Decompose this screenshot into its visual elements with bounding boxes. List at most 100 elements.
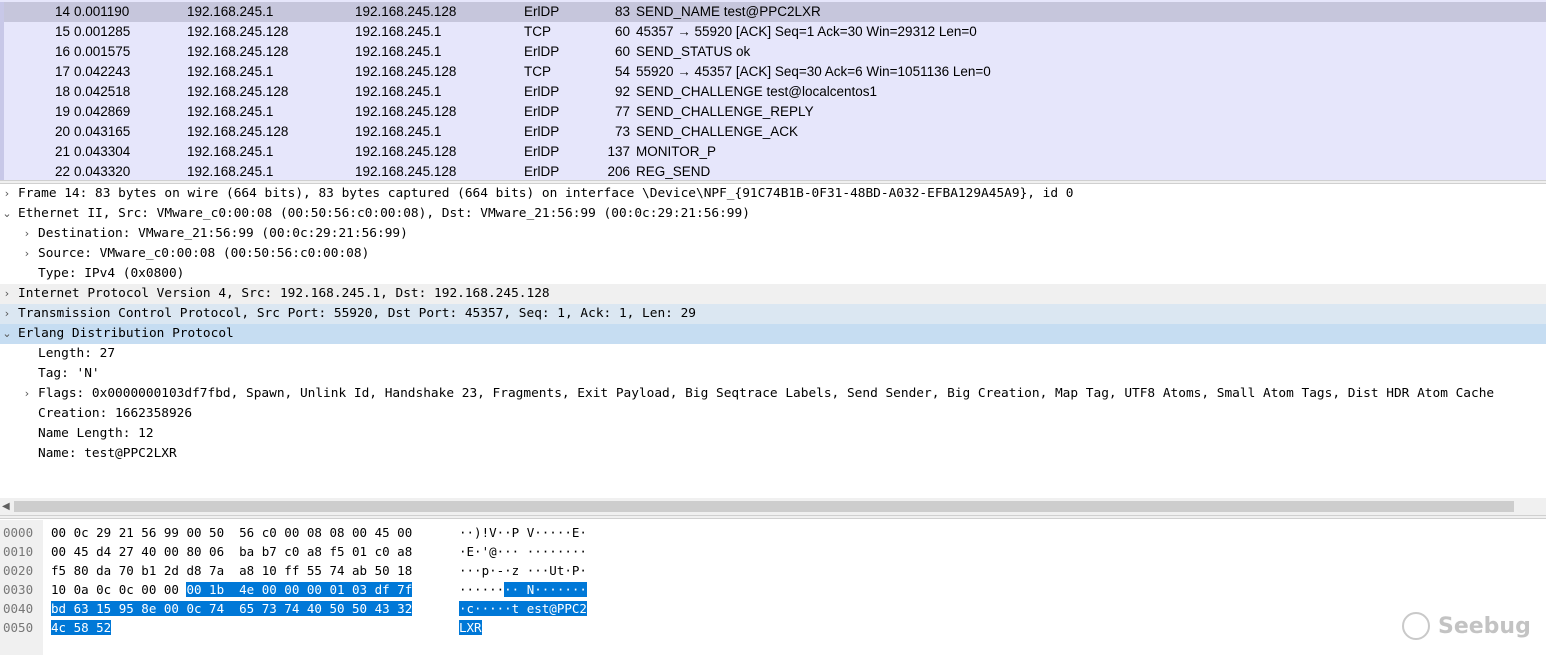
tree-item[interactable]: › Flags: 0x0000000103df7fbd, Spawn, Unlin… xyxy=(0,384,1546,404)
packet-destination: 192.168.245.128 xyxy=(355,104,457,119)
packet-source: 192.168.245.1 xyxy=(187,4,274,19)
hex-ascii-plain[interactable]: ···p·-·z ···Ut·P· xyxy=(459,563,587,578)
packet-bytes-pane[interactable]: 0000 00 0c 29 21 56 99 00 50 56 c0 00 08 … xyxy=(0,520,1546,655)
hex-bytes[interactable]: 4c 58 52 xyxy=(51,618,112,637)
scroll-left-icon[interactable]: ◀ xyxy=(2,498,12,515)
packet-protocol: TCP xyxy=(524,64,551,79)
hex-ascii[interactable]: ········ N······· xyxy=(459,580,587,599)
expand-chevron-icon[interactable]: › xyxy=(1,304,13,324)
tree-item-label: Name Length: 12 xyxy=(38,426,154,441)
packet-protocol: ErlDP xyxy=(524,104,560,119)
packet-row[interactable]: 22 0.043320 192.168.245.1 192.168.245.12… xyxy=(0,162,1546,180)
packet-detail-tree[interactable]: › Frame 14: 83 bytes on wire (664 bits), … xyxy=(0,184,1546,496)
detail-horizontal-scrollbar[interactable]: ◀ xyxy=(0,498,1546,515)
expand-chevron-icon[interactable]: › xyxy=(1,184,13,204)
packet-time: 0.042518 xyxy=(74,84,131,99)
packet-info: SEND_NAME test@PPC2LXR xyxy=(636,4,821,19)
hex-bytes-highlighted[interactable]: bd 63 15 95 8e 00 0c 74 65 73 74 40 50 5… xyxy=(51,601,413,616)
packet-number: 14 xyxy=(54,4,70,19)
hex-ascii-highlighted[interactable]: LXR xyxy=(459,620,482,635)
packet-row[interactable]: 16 0.001575 192.168.245.128 192.168.245.… xyxy=(0,42,1546,62)
expand-chevron-icon[interactable]: › xyxy=(1,284,13,304)
packet-source: 192.168.245.128 xyxy=(187,44,289,59)
hex-bytes-highlighted[interactable]: 00 1b 4e 00 00 00 01 03 df 7f xyxy=(186,582,413,597)
packet-number: 22 xyxy=(54,164,70,179)
hex-ascii[interactable]: LXR xyxy=(459,618,482,637)
hex-bytes-plain[interactable]: 00 0c 29 21 56 99 00 50 56 c0 00 08 08 0… xyxy=(51,525,412,540)
pane-splitter-bottom[interactable] xyxy=(0,515,1546,519)
tree-item[interactable]: Type: IPv4 (0x0800) xyxy=(0,264,1546,284)
tree-item[interactable]: Creation: 1662358926 xyxy=(0,404,1546,424)
tree-item[interactable]: ⌄ Erlang Distribution Protocol xyxy=(0,324,1546,344)
hex-ascii-highlighted[interactable]: ·· N······· xyxy=(504,582,587,597)
scrollbar-thumb[interactable] xyxy=(14,501,1514,512)
tree-item[interactable]: Name: test@PPC2LXR xyxy=(0,444,1546,464)
tree-item[interactable]: › Source: VMware_c0:00:08 (00:50:56:c0:00… xyxy=(0,244,1546,264)
packet-row[interactable]: 21 0.043304 192.168.245.1 192.168.245.12… xyxy=(0,142,1546,162)
packet-protocol: ErlDP xyxy=(524,144,560,159)
hex-ascii[interactable]: ·E·'@··· ········ xyxy=(459,542,587,561)
packet-length: 83 xyxy=(614,4,630,19)
packet-row[interactable]: 20 0.043165 192.168.245.128 192.168.245.… xyxy=(0,122,1546,142)
packet-row[interactable]: 17 0.042243 192.168.245.1 192.168.245.12… xyxy=(0,62,1546,82)
packet-list[interactable]: 14 0.001190 192.168.245.1 192.168.245.12… xyxy=(0,0,1546,180)
seebug-logo-icon xyxy=(1402,612,1430,640)
packet-time: 0.042869 xyxy=(74,104,131,119)
packet-number: 20 xyxy=(54,124,70,139)
tree-item[interactable]: › Frame 14: 83 bytes on wire (664 bits), … xyxy=(0,184,1546,204)
packet-source: 192.168.245.1 xyxy=(187,104,274,119)
hex-offset: 0030 xyxy=(3,582,34,597)
packet-time: 0.042243 xyxy=(74,64,131,79)
packet-row[interactable]: 19 0.042869 192.168.245.1 192.168.245.12… xyxy=(0,102,1546,122)
hex-ascii[interactable]: ·c·····t est@PPC2 xyxy=(459,599,587,618)
hex-ascii-plain[interactable]: ··)!V··P V·····E· xyxy=(459,525,587,540)
hex-ascii-highlighted[interactable]: ·c·····t est@PPC2 xyxy=(459,601,587,616)
hex-bytes[interactable]: 00 0c 29 21 56 99 00 50 56 c0 00 08 08 0… xyxy=(51,523,412,542)
expand-chevron-icon[interactable]: › xyxy=(21,384,33,404)
collapse-chevron-icon[interactable]: ⌄ xyxy=(1,324,13,344)
packet-destination: 192.168.245.1 xyxy=(355,44,442,59)
hex-bytes[interactable]: f5 80 da 70 b1 2d d8 7a a8 10 ff 55 74 a… xyxy=(51,561,412,580)
expand-chevron-icon[interactable]: › xyxy=(21,244,33,264)
packet-destination: 192.168.245.1 xyxy=(355,124,442,139)
packet-length: 77 xyxy=(614,104,630,119)
hex-ascii[interactable]: ··)!V··P V·····E· xyxy=(459,523,587,542)
packet-length: 73 xyxy=(614,124,630,139)
tree-item[interactable]: › Internet Protocol Version 4, Src: 192.1… xyxy=(0,284,1546,304)
tree-item[interactable]: Name Length: 12 xyxy=(0,424,1546,444)
packet-protocol: TCP xyxy=(524,24,551,39)
collapse-chevron-icon[interactable]: ⌄ xyxy=(1,204,13,224)
packet-row[interactable]: 18 0.042518 192.168.245.128 192.168.245.… xyxy=(0,82,1546,102)
hex-bytes[interactable]: 00 45 d4 27 40 00 80 06 ba b7 c0 a8 f5 0… xyxy=(51,542,412,561)
packet-protocol: ErlDP xyxy=(524,4,560,19)
hex-bytes[interactable]: bd 63 15 95 8e 00 0c 74 65 73 74 40 50 5… xyxy=(51,599,413,618)
hex-bytes-plain[interactable]: 10 0a 0c 0c 00 00 xyxy=(51,582,186,597)
tree-item-label: Tag: 'N' xyxy=(38,366,100,381)
expand-chevron-icon[interactable]: › xyxy=(21,224,33,244)
tree-item[interactable]: › Destination: VMware_21:56:99 (00:0c:29:… xyxy=(0,224,1546,244)
tree-item-label: Internet Protocol Version 4, Src: 192.16… xyxy=(18,286,550,301)
hex-offset: 0000 xyxy=(3,525,34,540)
hex-ascii-plain[interactable]: ······ xyxy=(459,582,504,597)
tree-item[interactable]: Tag: 'N' xyxy=(0,364,1546,384)
packet-time: 0.001575 xyxy=(74,44,131,59)
tree-item[interactable]: › Transmission Control Protocol, Src Port… xyxy=(0,304,1546,324)
tree-item-label: Erlang Distribution Protocol xyxy=(18,326,234,341)
packet-time: 0.001190 xyxy=(74,4,130,19)
hex-bytes[interactable]: 10 0a 0c 0c 00 00 00 1b 4e 00 00 00 01 0… xyxy=(51,580,413,599)
tree-item-label: Transmission Control Protocol, Src Port:… xyxy=(18,306,696,321)
hex-ascii[interactable]: ···p·-·z ···Ut·P· xyxy=(459,561,587,580)
packet-source: 192.168.245.128 xyxy=(187,84,289,99)
hex-ascii-plain[interactable]: ·E·'@··· ········ xyxy=(459,544,587,559)
tree-item[interactable]: Length: 27 xyxy=(0,344,1546,364)
hex-bytes-highlighted[interactable]: 4c 58 52 xyxy=(51,620,112,635)
packet-number: 16 xyxy=(54,44,70,59)
packet-row[interactable]: 15 0.001285 192.168.245.128 192.168.245.… xyxy=(0,22,1546,42)
tree-item-label: Type: IPv4 (0x0800) xyxy=(38,266,185,281)
hex-bytes-plain[interactable]: f5 80 da 70 b1 2d d8 7a a8 10 ff 55 74 a… xyxy=(51,563,412,578)
packet-row[interactable]: 14 0.001190 192.168.245.1 192.168.245.12… xyxy=(0,2,1546,22)
packet-info: 55920 → 45357 [ACK] Seq=30 Ack=6 Win=105… xyxy=(636,64,991,79)
tree-item[interactable]: ⌄ Ethernet II, Src: VMware_c0:00:08 (00:5… xyxy=(0,204,1546,224)
hex-bytes-plain[interactable]: 00 45 d4 27 40 00 80 06 ba b7 c0 a8 f5 0… xyxy=(51,544,412,559)
packet-info: SEND_CHALLENGE_REPLY xyxy=(636,104,814,119)
